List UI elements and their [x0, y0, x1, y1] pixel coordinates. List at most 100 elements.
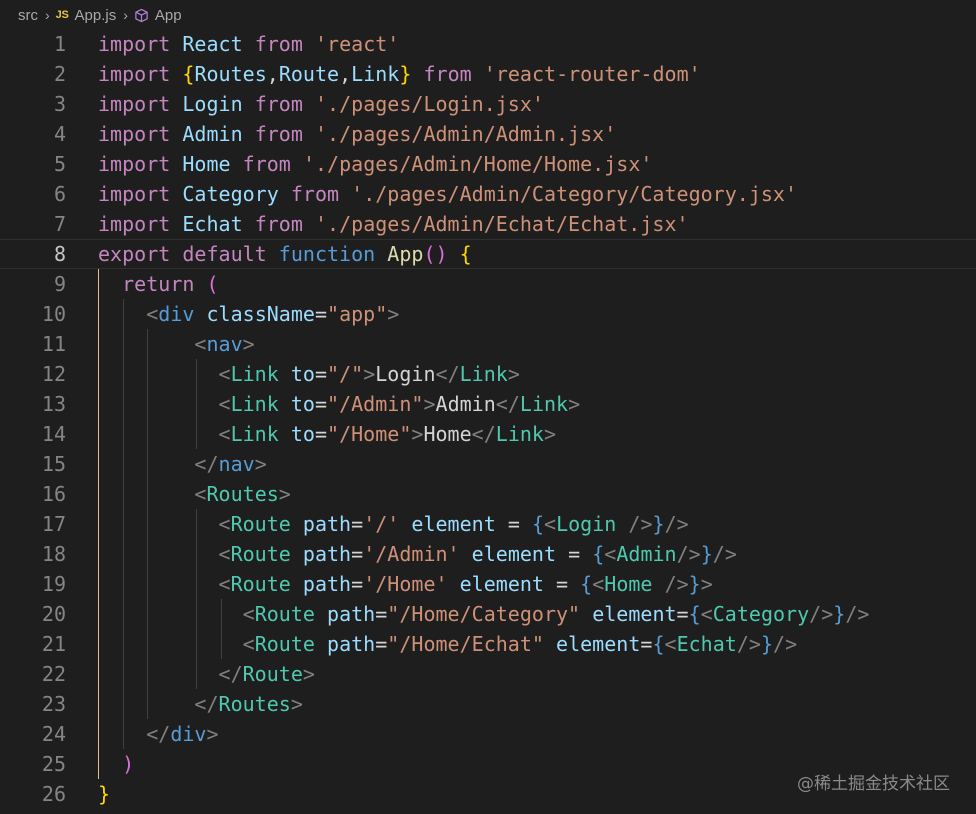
code-line[interactable]: 6 import Category from './pages/Admin/Cat…	[0, 179, 976, 209]
code-token: Category	[712, 602, 810, 626]
code-token: />	[809, 602, 834, 626]
code-token: path	[302, 542, 352, 566]
line-number: 23	[41, 692, 66, 716]
line-number: 25	[41, 752, 66, 776]
code-token: =	[556, 572, 569, 596]
code-line[interactable]: 24 </div>	[0, 719, 976, 749]
code-text: export default function App() {	[98, 239, 472, 269]
line-number: 1	[53, 32, 66, 56]
code-line[interactable]: 9 return (	[0, 269, 976, 299]
code-text: import React from 'react'	[98, 29, 399, 59]
code-line[interactable]: 2 import {Routes,Route,Link} from 'react-…	[0, 59, 976, 89]
code-line[interactable]: 4 import Admin from './pages/Admin/Admin.…	[0, 119, 976, 149]
code-token: }	[399, 62, 412, 86]
code-token: './pages/Admin/Category/Category.jsx'	[351, 182, 798, 206]
code-token: Home	[604, 572, 653, 596]
code-line[interactable]: 7 import Echat from './pages/Admin/Echat/…	[0, 209, 976, 239]
code-token: 'react'	[314, 32, 400, 56]
breadcrumb: src › JS App.js › App	[0, 0, 976, 30]
cube-icon	[134, 8, 149, 23]
code-token: Route	[230, 542, 291, 566]
code-line[interactable]: 1 import React from 'react'	[0, 29, 976, 59]
code-line[interactable]: 11 <nav>	[0, 329, 976, 359]
code-token: <	[700, 602, 713, 626]
code-token: =	[314, 422, 328, 446]
code-token: Login	[182, 92, 243, 116]
code-line[interactable]: 17 <Route path='/' element = {<Login />}…	[0, 509, 976, 539]
line-number: 24	[41, 722, 66, 746]
code-token: }	[688, 572, 701, 596]
code-area[interactable]: 1 import React from 'react' 2 import {Route…	[0, 29, 976, 809]
code-token: =	[314, 392, 328, 416]
code-token: <	[592, 572, 605, 596]
breadcrumb-file[interactable]: JS App.js	[56, 7, 117, 24]
code-line[interactable]: 10 <div className="app">	[0, 299, 976, 329]
code-line[interactable]: 12 <Link to="/">Login</Link>	[0, 359, 976, 389]
code-line[interactable]: 16 <Routes>	[0, 479, 976, 509]
code-token: Link	[230, 422, 279, 446]
code-token: from	[254, 92, 303, 116]
code-line[interactable]: 18 <Route path='/Admin' element = {<Admi…	[0, 539, 976, 569]
code-token: <	[218, 512, 231, 536]
code-token: from	[254, 212, 303, 236]
code-line[interactable]: 19 <Route path='/Home' element = {<Home …	[0, 569, 976, 599]
code-token: to	[290, 392, 315, 416]
breadcrumb-symbol[interactable]: App	[134, 7, 182, 24]
code-line[interactable]: 15 </nav>	[0, 449, 976, 479]
line-number: 5	[53, 152, 66, 176]
code-token: element	[471, 542, 557, 566]
code-token: Link	[459, 362, 508, 386]
code-line[interactable]: 23 </Routes>	[0, 689, 976, 719]
code-token: './pages/Admin/Echat/Echat.jsx'	[314, 212, 689, 236]
code-text: <Route path='/Admin' element = {<Admin/>…	[98, 539, 737, 569]
code-line[interactable]: 5 import Home from './pages/Admin/Home/Ho…	[0, 149, 976, 179]
line-number: 16	[41, 482, 66, 506]
code-line[interactable]: 20 <Route path="/Home/Category" element=…	[0, 599, 976, 629]
code-token: Link	[519, 392, 569, 416]
code-text: <Route path="/Home/Category" element={<C…	[98, 599, 870, 629]
code-token: Admin	[616, 542, 677, 566]
breadcrumb-folder[interactable]: src	[18, 7, 38, 24]
code-text: </nav>	[98, 449, 267, 479]
code-editor[interactable]: src › JS App.js › App 1 import React from…	[0, 0, 976, 814]
code-token: element	[411, 512, 496, 536]
code-token: <	[218, 422, 231, 446]
code-line[interactable]: 8 export default function App() {	[0, 239, 976, 269]
code-line[interactable]: 14 <Link to="/Home">Home</Link>	[0, 419, 976, 449]
code-token: './pages/Admin/Admin.jsx'	[314, 122, 617, 146]
code-token: {	[182, 62, 195, 86]
code-line[interactable]: 21 <Route path="/Home/Echat" element={<E…	[0, 629, 976, 659]
code-token: =	[314, 362, 328, 386]
code-token: </	[471, 422, 496, 446]
code-token: <	[194, 482, 207, 506]
code-token: default	[182, 242, 267, 266]
code-text: }	[98, 779, 110, 809]
line-number: 19	[41, 572, 66, 596]
code-token: "/"	[327, 362, 364, 386]
code-token: "/Home/Category"	[387, 602, 581, 626]
code-line[interactable]: 22 </Route>	[0, 659, 976, 689]
code-line[interactable]: 3 import Login from './pages/Login.jsx'	[0, 89, 976, 119]
code-line[interactable]: 13 <Link to="/Admin">Admin</Link>	[0, 389, 976, 419]
